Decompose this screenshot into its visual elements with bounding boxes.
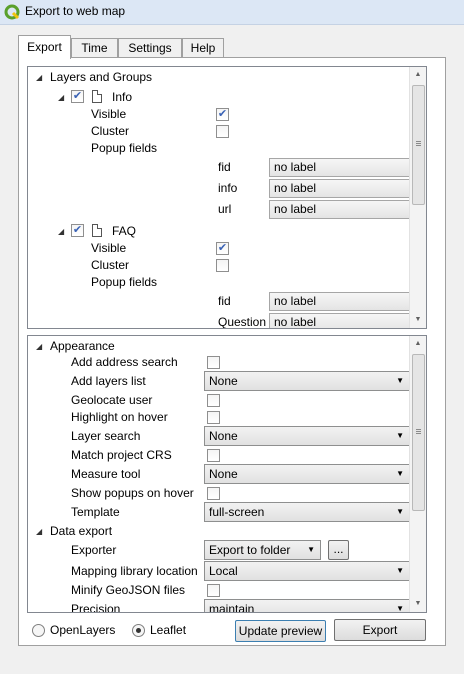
options-scrollbar[interactable]: ▲ ▼ <box>409 336 426 612</box>
dropdown-arrow-icon: ▼ <box>396 376 404 385</box>
scroll-thumb[interactable] <box>412 85 425 205</box>
exporter-label: Exporter <box>71 543 117 557</box>
data-export-section-label: Data export <box>50 524 113 538</box>
field-label-select[interactable]: no label <box>269 313 411 328</box>
layer-info-cluster-checkbox[interactable] <box>216 125 229 138</box>
dropdown-arrow-icon: ▼ <box>396 431 404 440</box>
address-search-label: Add address search <box>71 355 178 369</box>
layers-list-select[interactable]: None ▼ <box>204 371 410 391</box>
openlayers-label: OpenLayers <box>50 623 116 637</box>
layer-info-visible-checkbox[interactable]: ✔ <box>216 108 229 121</box>
tab-settings[interactable]: Settings <box>118 38 182 57</box>
qgis-icon <box>4 4 20 20</box>
highlight-checkbox[interactable] <box>207 411 220 424</box>
layers-tree-panel[interactable]: ◢ Layers and Groups ◢ ✔ Info Visible ✔ C… <box>27 66 427 329</box>
update-preview-button[interactable]: Update preview <box>235 620 326 642</box>
expand-arrow-icon[interactable]: ◢ <box>36 73 42 82</box>
tab-time[interactable]: Time <box>71 38 118 57</box>
expand-arrow-icon[interactable]: ◢ <box>36 527 42 536</box>
visible-label: Visible <box>91 241 127 255</box>
mapping-lib-select[interactable]: Local ▼ <box>204 561 410 581</box>
expand-arrow-icon[interactable]: ◢ <box>36 342 42 351</box>
visible-label: Visible <box>91 107 127 121</box>
layer-faq-visible-checkbox[interactable]: ✔ <box>216 242 229 255</box>
window-title: Export to web map <box>25 4 126 18</box>
precision-select[interactable]: maintain ▼ <box>204 599 410 613</box>
tab-export[interactable]: Export <box>18 35 71 59</box>
scroll-down-icon[interactable]: ▼ <box>410 312 426 328</box>
field-label-select[interactable]: no label <box>269 200 411 219</box>
highlight-label: Highlight on hover <box>71 410 168 424</box>
expand-arrow-icon[interactable]: ◢ <box>58 93 64 102</box>
dropdown-arrow-icon: ▼ <box>396 604 404 613</box>
dropdown-arrow-icon: ▼ <box>396 566 404 575</box>
options-tree-panel[interactable]: ◢ Appearance Add address search Add laye… <box>27 335 427 613</box>
precision-label: Precision <box>71 602 121 613</box>
openlayers-radio[interactable] <box>32 624 45 637</box>
field-name: Question <box>218 315 267 329</box>
leaflet-radio[interactable] <box>132 624 145 637</box>
dropdown-arrow-icon: ▼ <box>307 545 315 554</box>
geolocate-checkbox[interactable] <box>207 394 220 407</box>
minify-checkbox[interactable] <box>207 584 220 597</box>
popup-fields-label: Popup fields <box>91 141 158 155</box>
geolocate-label: Geolocate user <box>71 393 153 407</box>
leaflet-label: Leaflet <box>150 623 187 637</box>
layers-scrollbar[interactable]: ▲ ▼ <box>409 67 426 328</box>
layer-faq-name: FAQ <box>112 224 137 238</box>
export-button[interactable]: Export <box>334 619 426 641</box>
layer-document-icon <box>92 90 102 103</box>
dropdown-arrow-icon: ▼ <box>396 469 404 478</box>
layer-info-checkbox[interactable]: ✔ <box>71 90 84 103</box>
layer-document-icon <box>92 224 102 237</box>
field-name: info <box>218 181 238 195</box>
measure-tool-select[interactable]: None ▼ <box>204 464 410 484</box>
field-label-select[interactable]: no label <box>269 179 411 198</box>
field-name: fid <box>218 294 231 308</box>
scroll-down-icon[interactable]: ▼ <box>410 596 426 612</box>
layer-search-label: Layer search <box>71 429 141 443</box>
layer-info-name: Info <box>112 90 133 104</box>
mapping-lib-label: Mapping library location <box>71 564 198 578</box>
match-crs-checkbox[interactable] <box>207 449 220 462</box>
address-search-checkbox[interactable] <box>207 356 220 369</box>
expand-arrow-icon[interactable]: ◢ <box>58 227 64 236</box>
tab-help[interactable]: Help <box>182 38 224 57</box>
layer-faq-cluster-checkbox[interactable] <box>216 259 229 272</box>
scroll-up-icon[interactable]: ▲ <box>410 67 426 83</box>
field-label-select[interactable]: no label <box>269 292 411 311</box>
measure-tool-label: Measure tool <box>71 467 141 481</box>
scroll-up-icon[interactable]: ▲ <box>410 336 426 352</box>
appearance-section-label: Appearance <box>50 339 115 353</box>
layers-list-label: Add layers list <box>71 374 146 388</box>
popup-fields-label: Popup fields <box>91 275 158 289</box>
exporter-select[interactable]: Export to folder ▼ <box>204 540 321 560</box>
template-label: Template <box>71 505 120 519</box>
dropdown-arrow-icon: ▼ <box>396 507 404 516</box>
match-crs-label: Match project CRS <box>71 448 172 462</box>
field-name: url <box>218 202 232 216</box>
cluster-label: Cluster <box>91 124 130 138</box>
cluster-label: Cluster <box>91 258 130 272</box>
minify-label: Minify GeoJSON files <box>71 583 186 597</box>
field-name: fid <box>218 160 231 174</box>
scroll-thumb[interactable] <box>412 354 425 511</box>
layer-faq-checkbox[interactable]: ✔ <box>71 224 84 237</box>
template-select[interactable]: full-screen ▼ <box>204 502 410 522</box>
layers-section-label: Layers and Groups <box>50 70 153 84</box>
layer-search-select[interactable]: None ▼ <box>204 426 410 446</box>
field-label-select[interactable]: no label <box>269 158 411 177</box>
popups-hover-label: Show popups on hover <box>71 486 194 500</box>
popups-hover-checkbox[interactable] <box>207 487 220 500</box>
browse-button[interactable]: ... <box>328 540 349 560</box>
